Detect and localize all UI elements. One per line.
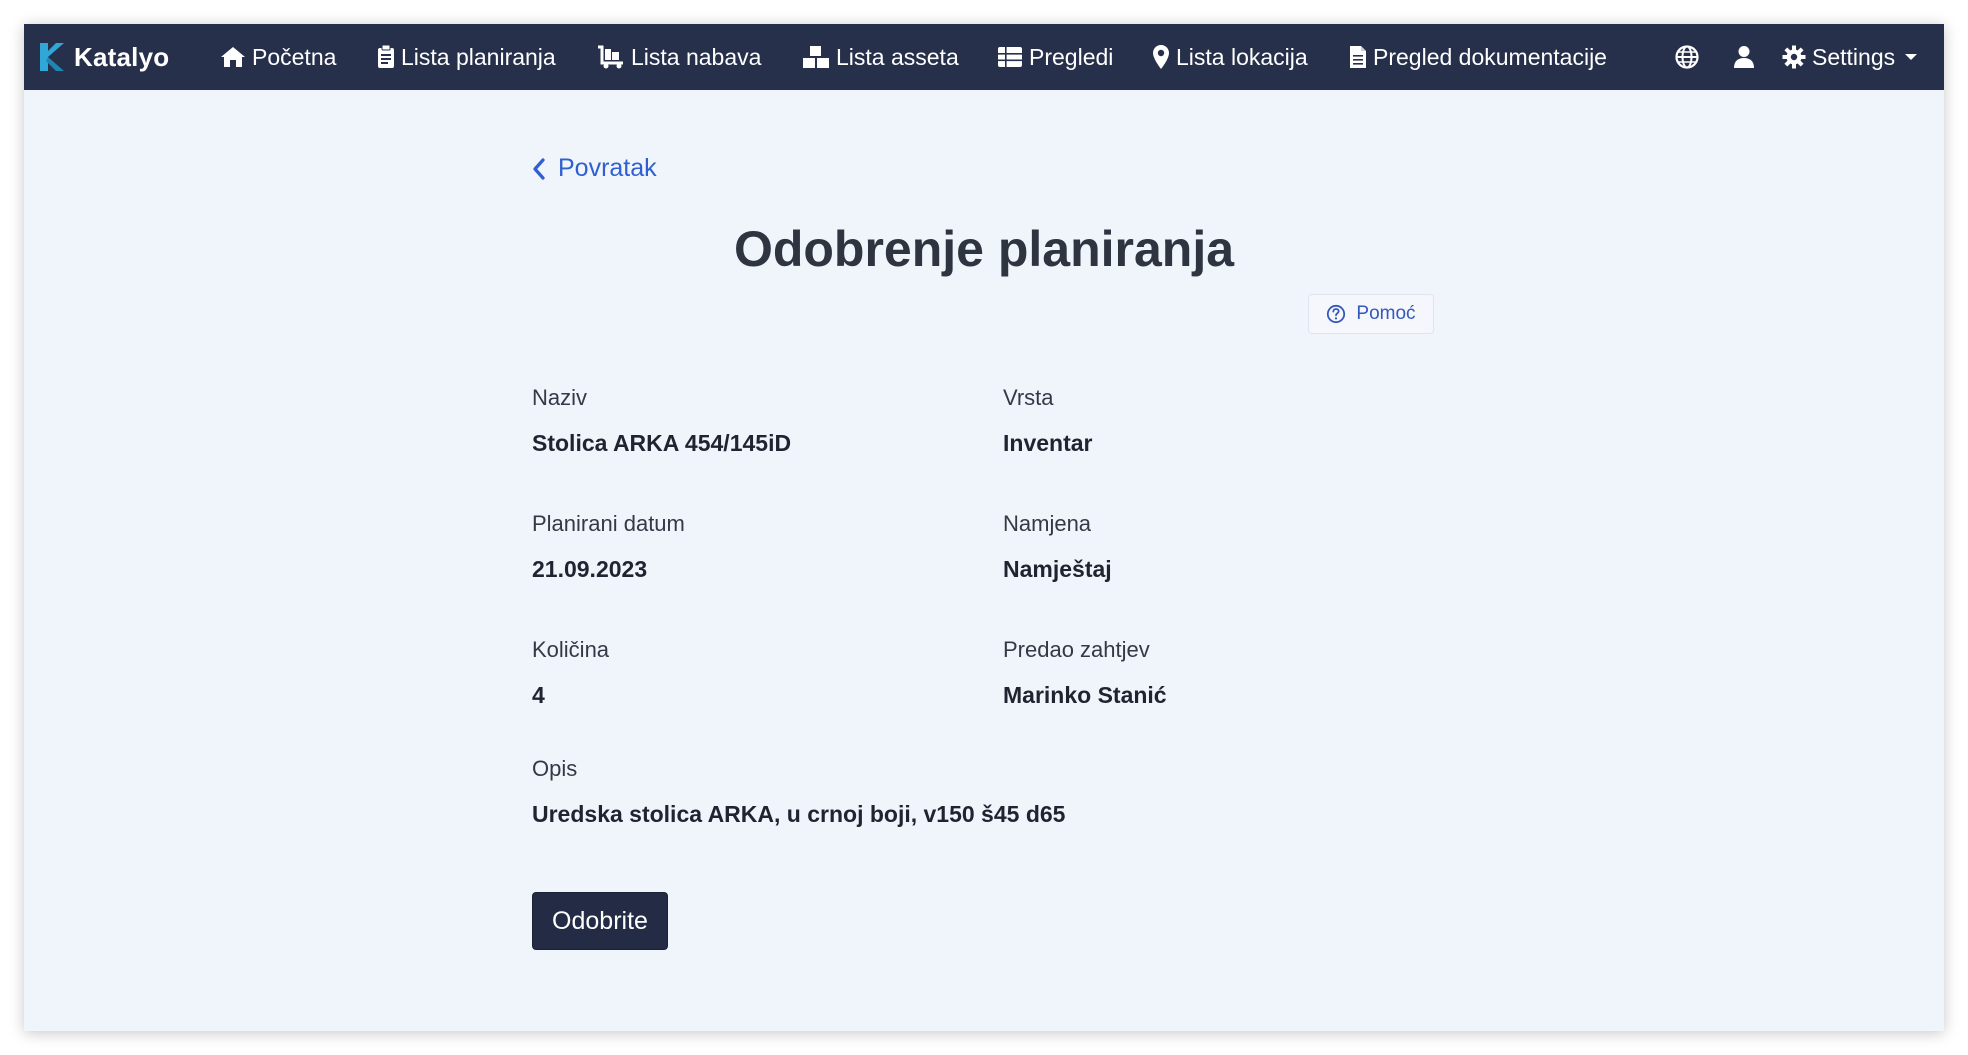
nav-item-label: Lista asseta: [836, 43, 959, 70]
kolicina-value: 4: [532, 682, 545, 708]
nav-item-lista-lokacija[interactable]: Lista lokacija: [1152, 24, 1308, 90]
nav-item-label: Lista lokacija: [1176, 43, 1308, 70]
globe-icon: [1675, 45, 1699, 69]
user-button[interactable]: [1733, 24, 1755, 90]
brand-name: Katalyo: [74, 41, 170, 72]
kolicina-label: Količina: [532, 637, 610, 662]
nav-item-lista-asseta[interactable]: Lista asseta: [802, 24, 959, 90]
question-circle-icon: [1327, 304, 1346, 324]
nav-item-lista-nabava[interactable]: Lista nabava: [597, 24, 761, 90]
nav-item-label: Početna: [252, 43, 337, 70]
nav-item-label: Lista planiranja: [401, 43, 556, 70]
help-button[interactable]: Pomoć: [1308, 294, 1434, 334]
predao-zahtjev-label: Predao zahtjev: [1003, 637, 1150, 662]
planirani-datum-label: Planirani datum: [532, 511, 685, 536]
nav-item-label: Pregled dokumentacije: [1373, 43, 1607, 70]
app-window: Katalyo Početna Lista planiranja Lista n…: [24, 24, 1944, 1031]
nav-item-pocetna[interactable]: Početna: [220, 24, 336, 90]
settings-label: Settings: [1812, 43, 1896, 70]
cart-icon: [598, 45, 623, 69]
approve-button[interactable]: Odobrite: [532, 892, 668, 950]
clipboard-icon: [378, 45, 394, 68]
top-navbar: Katalyo Početna Lista planiranja Lista n…: [24, 24, 1944, 90]
nav-item-label: Pregledi: [1029, 43, 1114, 70]
opis-label: Opis: [532, 756, 578, 781]
home-icon: [221, 47, 245, 67]
back-link[interactable]: Povratak: [532, 154, 657, 183]
document-icon: [1350, 46, 1366, 68]
table-icon: [998, 47, 1022, 67]
help-button-label: Pomoć: [1356, 303, 1416, 324]
language-button[interactable]: [1675, 24, 1699, 90]
predao-zahtjev-value: Marinko Stanić: [1003, 682, 1167, 708]
user-icon: [1734, 46, 1754, 68]
back-link-label: Povratak: [558, 154, 657, 182]
naziv-label: Naziv: [532, 385, 588, 410]
gear-icon: [1782, 45, 1806, 69]
nav-item-label: Lista nabava: [631, 43, 762, 70]
settings-dropdown[interactable]: Settings: [1782, 24, 1918, 90]
vrsta-value: Inventar: [1003, 430, 1093, 456]
chevron-left-icon: [533, 157, 545, 180]
vrsta-label: Vrsta: [1003, 385, 1054, 410]
caret-down-icon: [1905, 54, 1918, 60]
naziv-value: Stolica ARKA 454/145iD: [532, 430, 792, 456]
opis-value: Uredska stolica ARKA, u crnoj boji, v150…: [532, 801, 1066, 827]
page-title: Odobrenje planiranja: [733, 221, 1235, 277]
nav-item-pregledi[interactable]: Pregledi: [997, 24, 1113, 90]
map-marker-icon: [1153, 45, 1169, 69]
nav-item-lista-planiranja[interactable]: Lista planiranja: [377, 24, 556, 90]
nav-item-pregled-dokumentacije[interactable]: Pregled dokumentacije: [1349, 24, 1607, 90]
planirani-datum-value: 21.09.2023: [532, 556, 648, 582]
boxes-icon: [803, 46, 829, 68]
katalyo-logo-icon: [40, 43, 64, 71]
namjena-value: Namještaj: [1003, 556, 1112, 582]
namjena-label: Namjena: [1003, 511, 1092, 536]
brand-logo[interactable]: Katalyo: [38, 24, 169, 90]
